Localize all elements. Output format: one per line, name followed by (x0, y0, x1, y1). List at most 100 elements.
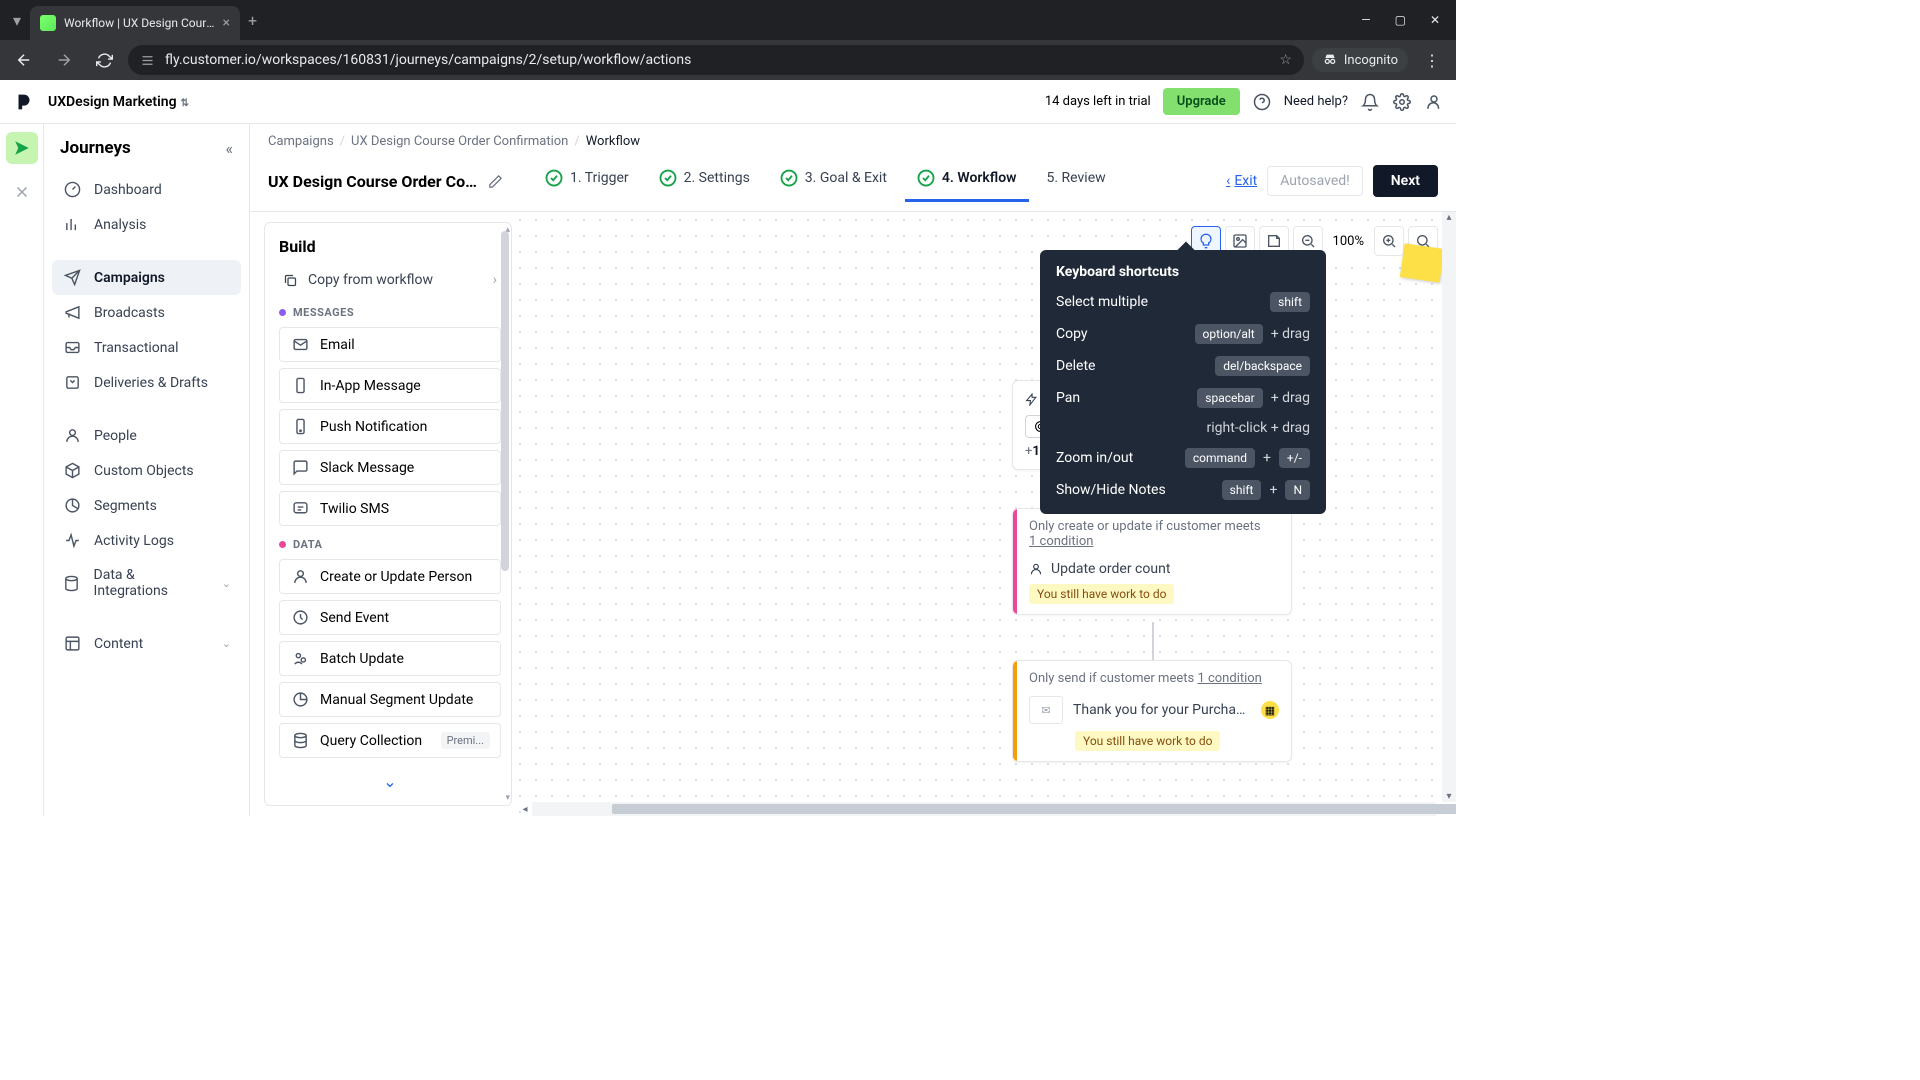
send-icon (62, 269, 82, 286)
step-settings[interactable]: 2. Settings (647, 161, 762, 201)
panel-scrollbar[interactable] (501, 231, 509, 571)
reload-button[interactable] (88, 44, 120, 76)
workflow-canvas[interactable]: 100% Keyboard shortcuts Select multiples… (512, 212, 1456, 816)
block-sms[interactable]: Twilio SMS (279, 491, 501, 526)
condition-link[interactable]: 1 condition (1029, 534, 1093, 549)
sidebar-item-activity[interactable]: Activity Logs (52, 523, 241, 558)
exit-link[interactable]: ‹Exit (1226, 173, 1257, 189)
edit-title-icon[interactable] (488, 174, 503, 189)
condition-link[interactable]: 1 condition (1197, 671, 1261, 686)
new-tab-button[interactable]: + (248, 11, 257, 30)
forward-button[interactable] (48, 44, 80, 76)
build-panel: ▴ Build Copy from workflow › MESSAGES Em… (264, 222, 512, 806)
block-push[interactable]: Push Notification (279, 409, 501, 444)
chat-icon (290, 459, 310, 476)
rail-secondary-icon[interactable] (6, 176, 38, 208)
bolt-icon (1025, 393, 1038, 406)
crumb-campaigns[interactable]: Campaigns (268, 134, 334, 149)
gear-icon[interactable] (1392, 92, 1412, 112)
address-bar[interactable]: fly.customer.io/workspaces/160831/journe… (128, 45, 1304, 75)
gauge-icon (62, 181, 82, 198)
bookmark-icon[interactable]: ☆ (1279, 52, 1292, 68)
block-batch[interactable]: Batch Update (279, 641, 501, 676)
sidebar-item-objects[interactable]: Custom Objects (52, 453, 241, 488)
crumb-campaign-name[interactable]: UX Design Course Order Confirmation (351, 134, 568, 149)
browser-menu-icon[interactable]: ⋮ (1416, 44, 1448, 76)
scroll-down-icon[interactable]: ▾ (505, 793, 510, 803)
sidebar-item-transactional[interactable]: Transactional (52, 330, 241, 365)
next-button[interactable]: Next (1373, 165, 1438, 197)
upgrade-button[interactable]: Upgrade (1163, 88, 1240, 115)
sms-icon (290, 500, 310, 517)
incognito-icon (1322, 52, 1338, 68)
workspace-switcher[interactable]: UXDesign Marketing⇅ (48, 94, 189, 110)
batch-icon (290, 650, 310, 667)
step-review[interactable]: 5. Review (1035, 161, 1118, 201)
caret-icon: ⇅ (181, 98, 189, 109)
window-controls: — ▢ ✕ (1361, 13, 1452, 27)
sidebar-item-deliveries[interactable]: Deliveries & Drafts (52, 365, 241, 400)
incognito-badge[interactable]: Incognito (1312, 48, 1408, 72)
sidebar-item-content[interactable]: Content⌄ (52, 626, 241, 661)
push-icon (290, 418, 310, 435)
close-tab-icon[interactable]: × (223, 15, 230, 31)
node-update-person[interactable]: Only create or update if customer meets1… (1012, 508, 1292, 615)
block-slack[interactable]: Slack Message (279, 450, 501, 485)
sidebar-title: Journeys (60, 138, 131, 158)
event-icon (290, 609, 310, 626)
help-icon[interactable] (1252, 92, 1272, 112)
email-thumbnail: ✉ (1029, 696, 1063, 724)
block-query[interactable]: Query CollectionPremi... (279, 723, 501, 758)
step-goal[interactable]: 3. Goal & Exit (768, 161, 899, 201)
block-send-event[interactable]: Send Event (279, 600, 501, 635)
step-trigger[interactable]: 1. Trigger (533, 161, 641, 201)
database-icon (290, 732, 310, 749)
sidebar-item-data[interactable]: Data & Integrations⌄ (52, 558, 241, 608)
tab-title: Workflow | UX Design Course C (64, 16, 215, 30)
check-icon (545, 169, 563, 187)
copy-from-workflow[interactable]: Copy from workflow › (279, 266, 501, 300)
block-inapp[interactable]: In-App Message (279, 368, 501, 403)
sticky-note[interactable] (1400, 243, 1444, 282)
rail-journeys-icon[interactable] (6, 132, 38, 164)
maximize-icon[interactable]: ▢ (1395, 13, 1406, 27)
premium-badge: Premi... (441, 732, 490, 749)
data-section-label: DATA (279, 538, 501, 551)
sidebar-item-dashboard[interactable]: Dashboard (52, 172, 241, 207)
check-icon (780, 169, 798, 187)
zoom-in-button[interactable] (1374, 226, 1404, 256)
canvas-v-scrollbar[interactable]: ▴▾ (1442, 212, 1456, 802)
minimize-icon[interactable]: — (1361, 13, 1370, 27)
collapse-sidebar-icon[interactable]: « (225, 139, 233, 158)
canvas-h-scrollbar[interactable]: ◂▸ (518, 802, 1450, 816)
layout-icon (62, 635, 82, 652)
crumb-workflow: Workflow (586, 134, 640, 149)
browser-tab[interactable]: Workflow | UX Design Course C × (30, 6, 240, 40)
pulse-icon (62, 532, 82, 549)
back-button[interactable] (8, 44, 40, 76)
sidebar-item-analysis[interactable]: Analysis (52, 207, 241, 242)
help-link[interactable]: Need help? (1284, 94, 1348, 109)
profile-icon[interactable] (1424, 92, 1444, 112)
sidebar-item-people[interactable]: People (52, 418, 241, 453)
copy-icon (283, 273, 298, 288)
bell-icon[interactable] (1360, 92, 1380, 112)
chevron-down-icon: ⌄ (222, 577, 231, 590)
sidebar-item-broadcasts[interactable]: Broadcasts (52, 295, 241, 330)
trial-text: 14 days left in trial (1045, 94, 1151, 109)
inbox-icon (62, 339, 82, 356)
block-create-person[interactable]: Create or Update Person (279, 559, 501, 594)
app-logo-icon[interactable] (12, 90, 36, 114)
close-window-icon[interactable]: ✕ (1430, 13, 1440, 27)
block-email[interactable]: Email (279, 327, 501, 362)
sidebar-item-campaigns[interactable]: Campaigns (52, 260, 241, 295)
todo-badge: You still have work to do (1029, 584, 1174, 604)
sidebar-item-segments[interactable]: Segments (52, 488, 241, 523)
block-segment[interactable]: Manual Segment Update (279, 682, 501, 717)
expand-build-icon[interactable]: ⌄ (279, 764, 501, 799)
site-settings-icon[interactable] (140, 53, 155, 68)
segment-icon (290, 691, 310, 708)
step-workflow[interactable]: 4. Workflow (905, 161, 1029, 201)
tab-list-dropdown[interactable]: ▾ (4, 6, 30, 34)
node-email[interactable]: Only send if customer meets 1 condition … (1012, 660, 1292, 762)
